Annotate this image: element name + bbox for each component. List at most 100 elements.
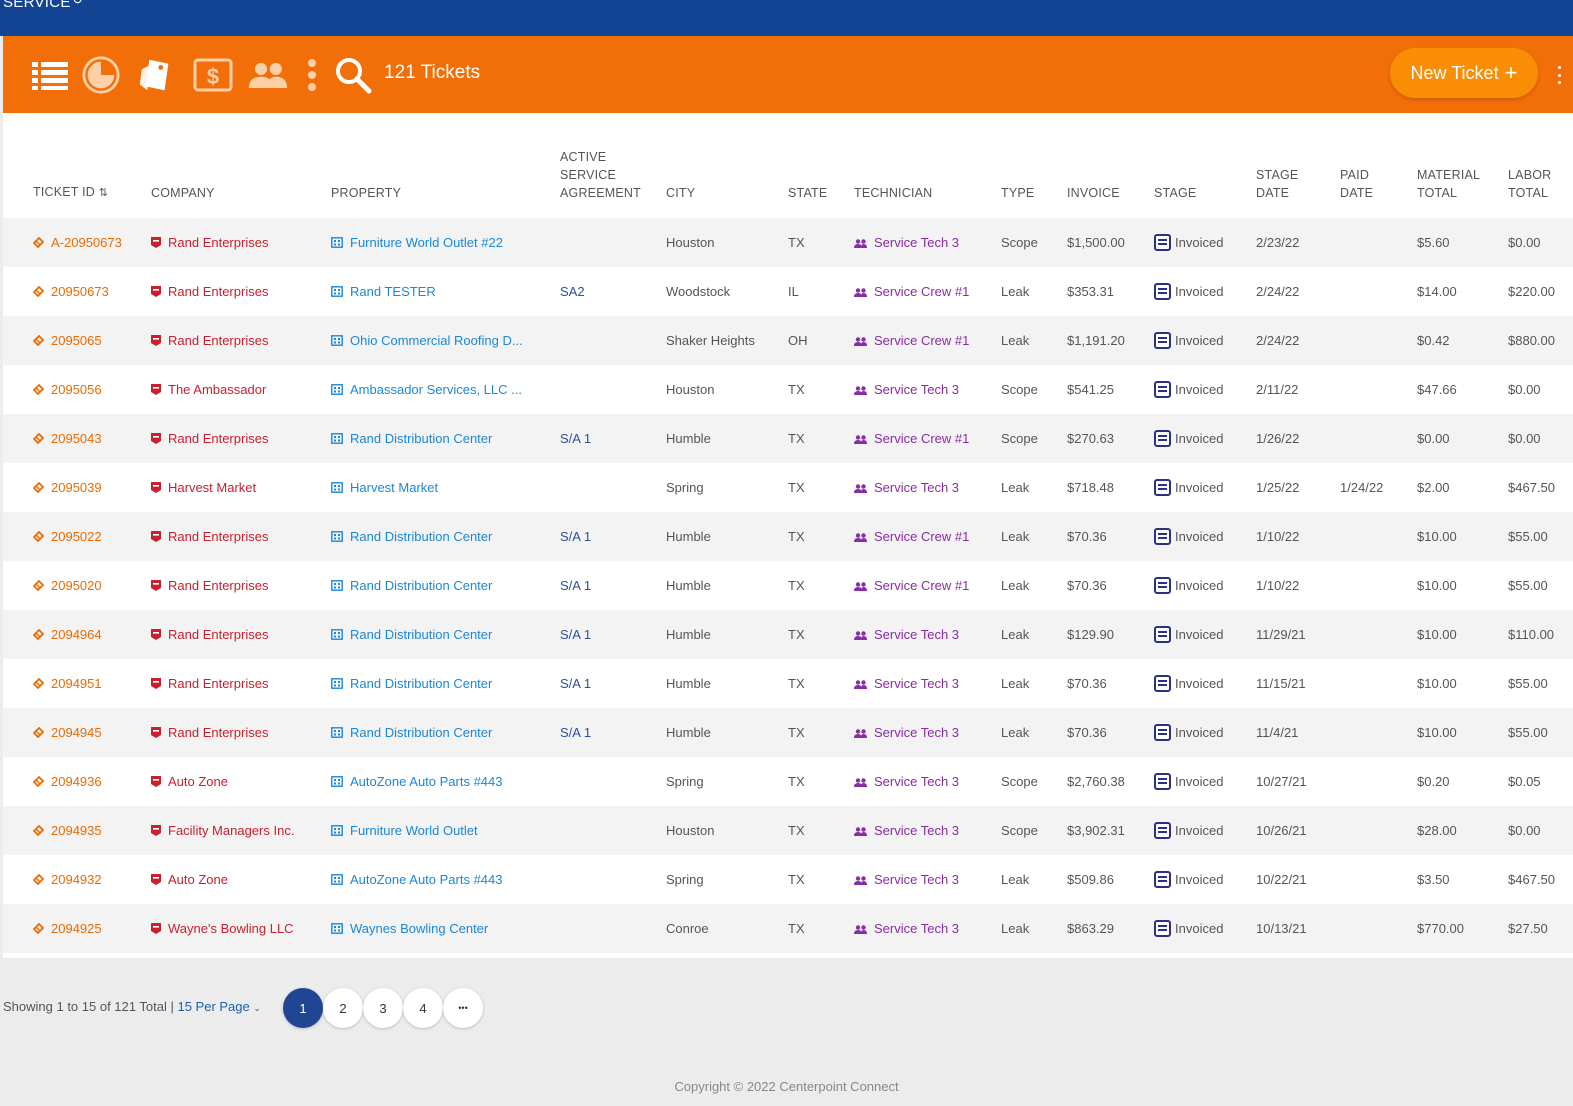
company-link[interactable]: Rand Enterprises [168,529,268,544]
ticket-id-link[interactable]: 2095039 [51,480,102,495]
company-link[interactable]: Rand Enterprises [168,578,268,593]
property-link[interactable]: Rand Distribution Center [350,725,492,740]
ticket-id-cell[interactable]: 2095056 [3,365,151,414]
technician-cell[interactable]: Service Crew #1 [854,414,1001,463]
technician-link[interactable]: Service Crew #1 [874,431,969,446]
company-link[interactable]: Rand Enterprises [168,235,268,250]
property-cell[interactable]: Rand Distribution Center [331,414,560,463]
ticket-id-link[interactable]: 2094936 [51,774,102,789]
service-agreement-cell[interactable] [560,757,666,806]
col-stage[interactable]: STAGE [1154,140,1256,218]
ticket-id-cell[interactable]: 2095020 [3,561,151,610]
service-agreement-cell[interactable]: S/A 1 [560,512,666,561]
col-stage-date[interactable]: STAGE DATE [1256,140,1340,218]
property-link[interactable]: Rand Distribution Center [350,578,492,593]
service-agreement-cell[interactable]: S/A 1 [560,414,666,463]
col-material-total[interactable]: MATERIAL TOTAL [1417,140,1508,218]
table-row[interactable]: 2095039 Harvest Market Harvest Market Sprin… [3,463,1573,512]
company-link[interactable]: Rand Enterprises [168,725,268,740]
ticket-id-cell[interactable]: A-20950673 [3,218,151,267]
vertical-dots-icon[interactable] [292,56,332,94]
page-button-2[interactable]: 2 [323,988,363,1028]
col-technician[interactable]: TECHNICIAN [854,140,1001,218]
ticket-id-link[interactable]: 20950673 [51,284,109,299]
refresh-icon[interactable]: ↻ [72,0,83,8]
property-cell[interactable]: Ohio Commercial Roofing D... [331,316,560,365]
technician-cell[interactable]: Service Crew #1 [854,267,1001,316]
technician-link[interactable]: Service Crew #1 [874,578,969,593]
tags-icon[interactable] [136,56,176,94]
page-button-1[interactable]: 1 [283,988,323,1028]
table-row[interactable]: 2094932 Auto Zone AutoZone Auto Parts #443… [3,855,1573,904]
property-cell[interactable]: Rand Distribution Center [331,610,560,659]
company-link[interactable]: Rand Enterprises [168,333,268,348]
company-cell[interactable]: Rand Enterprises [151,414,331,463]
technician-link[interactable]: Service Tech 3 [874,235,959,250]
ticket-id-link[interactable]: 2095056 [51,382,102,397]
ticket-id-link[interactable]: 2094925 [51,921,102,936]
ticket-id-cell[interactable]: 2094936 [3,757,151,806]
company-link[interactable]: Rand Enterprises [168,284,268,299]
technician-link[interactable]: Service Tech 3 [874,872,959,887]
col-property[interactable]: PROPERTY [331,140,560,218]
service-agreement-cell[interactable] [560,806,666,855]
property-link[interactable]: Ambassador Services, LLC ... [350,382,522,397]
technician-cell[interactable]: Service Tech 3 [854,757,1001,806]
property-cell[interactable]: Ambassador Services, LLC ... [331,365,560,414]
technician-link[interactable]: Service Tech 3 [874,725,959,740]
service-agreement-cell[interactable] [560,365,666,414]
technician-cell[interactable]: Service Tech 3 [854,659,1001,708]
ticket-id-link[interactable]: 2094932 [51,872,102,887]
ticket-id-cell[interactable]: 2095022 [3,512,151,561]
table-row[interactable]: 2094936 Auto Zone AutoZone Auto Parts #443… [3,757,1573,806]
col-city[interactable]: CITY [666,140,788,218]
property-cell[interactable]: Rand Distribution Center [331,512,560,561]
technician-link[interactable]: Service Tech 3 [874,627,959,642]
technician-link[interactable]: Service Tech 3 [874,921,959,936]
col-paid-date[interactable]: PAID DATE [1340,140,1417,218]
service-agreement-cell[interactable] [560,904,666,953]
ticket-id-cell[interactable]: 2095065 [3,316,151,365]
technician-cell[interactable]: Service Tech 3 [854,365,1001,414]
table-row[interactable]: 2095022 Rand Enterprises Rand Distribution… [3,512,1573,561]
company-cell[interactable]: Auto Zone [151,757,331,806]
property-link[interactable]: Furniture World Outlet #22 [350,235,503,250]
table-row[interactable]: A-20950673 Rand Enterprises Furniture Worl… [3,218,1573,267]
property-cell[interactable]: Waynes Bowling Center [331,904,560,953]
page-button-4[interactable]: 4 [403,988,443,1028]
company-cell[interactable]: Rand Enterprises [151,316,331,365]
company-cell[interactable]: Rand Enterprises [151,561,331,610]
ticket-id-link[interactable]: 2095020 [51,578,102,593]
property-cell[interactable]: Rand Distribution Center [331,561,560,610]
page-more-button[interactable]: ••• [443,988,483,1028]
company-cell[interactable]: Facility Managers Inc. [151,806,331,855]
technician-link[interactable]: Service Crew #1 [874,284,969,299]
property-link[interactable]: Rand TESTER [350,284,436,299]
company-cell[interactable]: Rand Enterprises [151,218,331,267]
technician-cell[interactable]: Service Crew #1 [854,512,1001,561]
list-icon[interactable] [30,56,70,94]
property-link[interactable]: Harvest Market [350,480,438,495]
company-link[interactable]: Harvest Market [168,480,256,495]
property-link[interactable]: Ohio Commercial Roofing D... [350,333,523,348]
technician-cell[interactable]: Service Tech 3 [854,806,1001,855]
ticket-id-cell[interactable]: 2095039 [3,463,151,512]
property-link[interactable]: Waynes Bowling Center [350,921,488,936]
company-cell[interactable]: Wayne's Bowling LLC [151,904,331,953]
company-link[interactable]: Rand Enterprises [168,627,268,642]
service-agreement-cell[interactable]: S/A 1 [560,659,666,708]
ticket-id-cell[interactable]: 2094951 [3,659,151,708]
col-active-service-agreement[interactable]: ACTIVE SERVICE AGREEMENT [560,140,666,218]
service-agreement-cell[interactable] [560,218,666,267]
ticket-id-cell[interactable]: 2094945 [3,708,151,757]
company-cell[interactable]: Rand Enterprises [151,610,331,659]
service-agreement-cell[interactable]: S/A 1 [560,610,666,659]
technician-cell[interactable]: Service Tech 3 [854,610,1001,659]
company-link[interactable]: Auto Zone [168,774,228,789]
company-link[interactable]: Rand Enterprises [168,676,268,691]
new-ticket-button[interactable]: New Ticket + [1390,48,1538,98]
technician-link[interactable]: Service Tech 3 [874,480,959,495]
company-cell[interactable]: Rand Enterprises [151,708,331,757]
ticket-id-cell[interactable]: 2094964 [3,610,151,659]
property-link[interactable]: Furniture World Outlet [350,823,478,838]
